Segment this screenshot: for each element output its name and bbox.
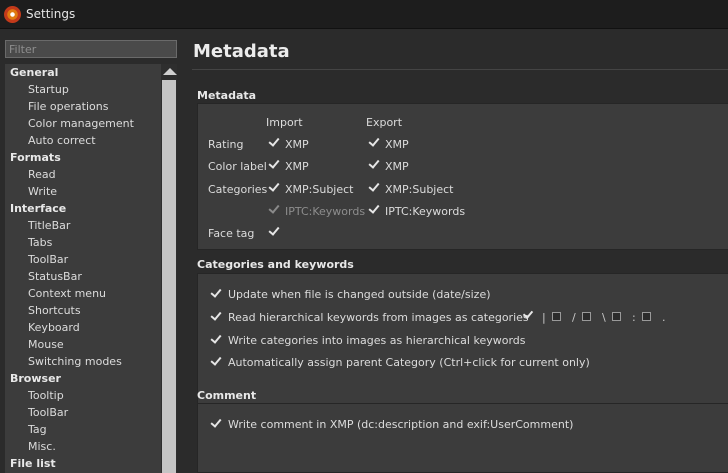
separator-colon-checkbox[interactable] — [612, 312, 621, 321]
read-hierarchical-keywords-label: Read hierarchical keywords from images a… — [228, 311, 529, 324]
tree-item-auto-correct[interactable]: Auto correct — [5, 132, 161, 149]
separator-pipe-checkbox[interactable] — [522, 309, 533, 320]
tree-item-misc[interactable]: Misc. — [5, 438, 161, 455]
window-title: Settings — [26, 7, 76, 21]
tree-item-mouse[interactable]: Mouse — [5, 336, 161, 353]
scroll-thumb[interactable] — [162, 80, 176, 473]
separator-dot-label: . — [662, 311, 666, 324]
rating-export-checkbox[interactable] — [367, 136, 379, 148]
comment-panel: Write comment in XMP (dc:description and… — [197, 403, 728, 473]
page-title: Metadata — [193, 41, 290, 62]
tree-item-keyboard[interactable]: Keyboard — [5, 319, 161, 336]
tree-item-write[interactable]: Write — [5, 183, 161, 200]
tree-item-toolbar[interactable]: ToolBar — [5, 251, 161, 268]
separator-backslash-checkbox[interactable] — [582, 312, 591, 321]
categories-import-checkbox[interactable] — [267, 181, 279, 193]
metadata-panel: Import Export Rating XMP XMP Color label… — [197, 103, 728, 250]
settings-category-tree: General Startup File operations Color ma… — [5, 64, 161, 473]
tree-item-color-management[interactable]: Color management — [5, 115, 161, 132]
categories-export-checkbox[interactable] — [367, 181, 379, 193]
categories-import-label: XMP:Subject — [285, 183, 354, 196]
import-column-header: Import — [266, 116, 303, 129]
export-column-header: Export — [366, 116, 403, 129]
rating-label: Rating — [208, 138, 244, 151]
color-label-label: Color label — [208, 160, 267, 173]
tree-item-interface[interactable]: Interface — [5, 200, 161, 217]
write-comment-xmp-label: Write comment in XMP (dc:description and… — [228, 418, 574, 431]
tree-item-tabs[interactable]: Tabs — [5, 234, 161, 251]
settings-content: Metadata Metadata Import Export Rating X… — [180, 29, 728, 473]
tree-item-shortcuts[interactable]: Shortcuts — [5, 302, 161, 319]
write-comment-xmp-checkbox[interactable] — [209, 417, 221, 429]
separator-pipe-label: | — [542, 311, 546, 324]
face-tag-label: Face tag — [208, 227, 255, 240]
color-label-export-checkbox[interactable] — [367, 158, 379, 170]
categories-export-label: XMP:Subject — [385, 183, 454, 196]
update-when-changed-checkbox[interactable] — [209, 287, 221, 299]
tree-item-switching-modes[interactable]: Switching modes — [5, 353, 161, 370]
separator-slash-label: / — [572, 311, 576, 324]
separator-colon-label: : — [632, 311, 636, 324]
categories-keywords-panel: Update when file is changed outside (dat… — [197, 273, 728, 407]
scroll-up-arrow-icon[interactable] — [163, 68, 177, 75]
separator-slash-checkbox[interactable] — [552, 312, 561, 321]
sidebar-scrollbar[interactable] — [161, 64, 177, 473]
tree-item-file-list[interactable]: File list — [5, 455, 161, 472]
update-when-changed-label: Update when file is changed outside (dat… — [228, 288, 491, 301]
tree-item-tooltip[interactable]: Tooltip — [5, 387, 161, 404]
filter-input[interactable] — [5, 40, 177, 58]
rating-import-label: XMP — [285, 138, 309, 151]
rating-export-label: XMP — [385, 138, 409, 151]
tree-item-formats[interactable]: Formats — [5, 149, 161, 166]
tree-item-browser-toolbar[interactable]: ToolBar — [5, 404, 161, 421]
iptc-keywords-export-checkbox[interactable] — [367, 203, 379, 215]
color-label-import-checkbox[interactable] — [267, 158, 279, 170]
categories-label: Categories — [208, 183, 268, 196]
auto-assign-parent-checkbox[interactable] — [209, 355, 221, 367]
rating-import-checkbox[interactable] — [267, 136, 279, 148]
tree-item-context-menu[interactable]: Context menu — [5, 285, 161, 302]
tree-item-file-operations[interactable]: File operations — [5, 98, 161, 115]
separator-dot-checkbox[interactable] — [642, 312, 651, 321]
color-label-export-label: XMP — [385, 160, 409, 173]
tree-item-browser[interactable]: Browser — [5, 370, 161, 387]
title-divider — [192, 69, 728, 70]
write-categories-checkbox[interactable] — [209, 333, 221, 345]
tree-item-general[interactable]: General — [5, 64, 161, 81]
tree-item-read[interactable]: Read — [5, 166, 161, 183]
metadata-section-heading: Metadata — [197, 89, 257, 102]
iptc-keywords-export-label: IPTC:Keywords — [385, 205, 466, 218]
tree-item-startup[interactable]: Startup — [5, 81, 161, 98]
read-hierarchical-keywords-checkbox[interactable] — [209, 310, 221, 322]
settings-sidebar: General Startup File operations Color ma… — [0, 29, 180, 473]
app-logo-icon — [4, 5, 21, 23]
auto-assign-parent-label: Automatically assign parent Category (Ct… — [228, 356, 590, 369]
categories-keywords-section-heading: Categories and keywords — [197, 258, 354, 271]
window-titlebar: Settings — [0, 0, 728, 29]
tree-item-tag[interactable]: Tag — [5, 421, 161, 438]
face-tag-import-checkbox[interactable] — [267, 225, 279, 237]
iptc-keywords-import-label: IPTC:Keywords — [285, 205, 366, 218]
tree-item-statusbar[interactable]: StatusBar — [5, 268, 161, 285]
comment-section-heading: Comment — [197, 389, 257, 402]
tree-item-titlebar[interactable]: TitleBar — [5, 217, 161, 234]
color-label-import-label: XMP — [285, 160, 309, 173]
iptc-keywords-import-checkbox[interactable] — [267, 203, 279, 215]
separator-backslash-label: \ — [602, 311, 606, 324]
write-categories-label: Write categories into images as hierarch… — [228, 334, 526, 347]
